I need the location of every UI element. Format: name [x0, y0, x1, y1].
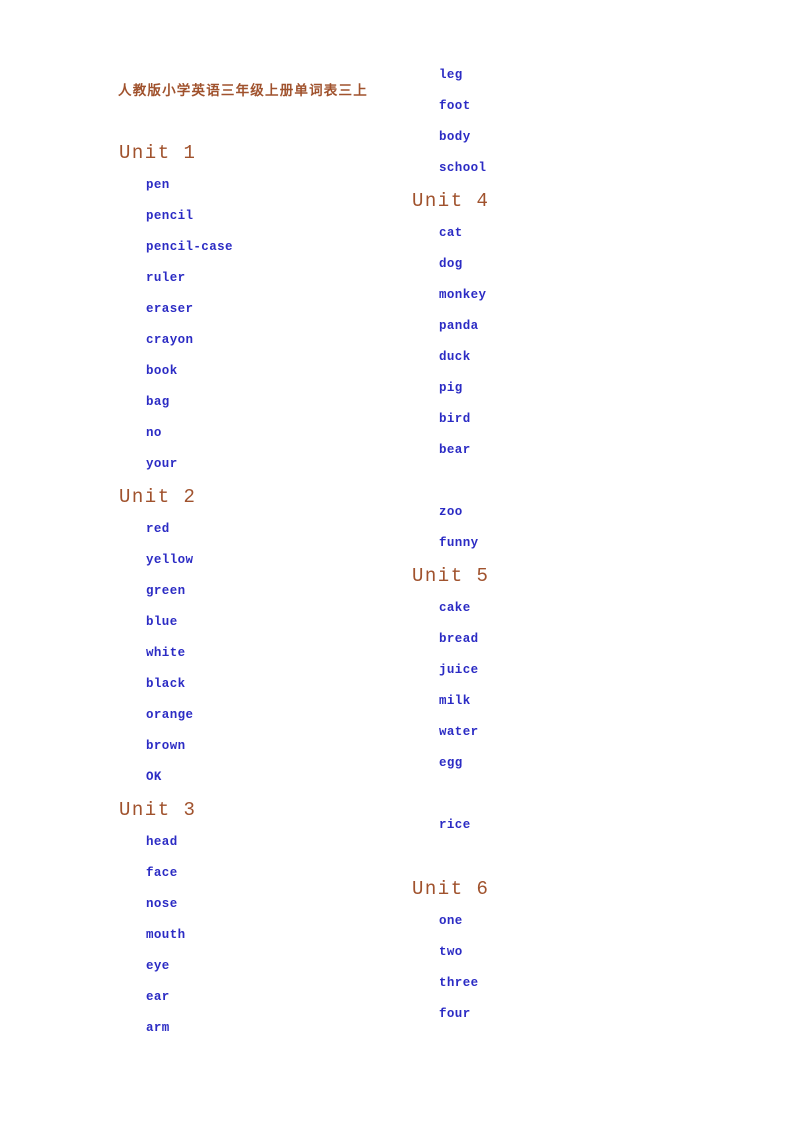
- word-item: leg: [439, 68, 463, 82]
- unit-heading: Unit 6: [412, 878, 490, 900]
- word-item: juice: [439, 663, 479, 677]
- unit-heading-row: Unit 4: [412, 184, 732, 218]
- unit-heading-row: Unit 6: [412, 872, 732, 906]
- word-item: green: [146, 584, 186, 598]
- word-item: duck: [439, 350, 471, 364]
- unit-heading: Unit 4: [412, 190, 490, 212]
- word-item: panda: [439, 319, 479, 333]
- word-item: funny: [439, 536, 479, 550]
- word-item: body: [439, 130, 471, 144]
- word-item: ear: [146, 990, 170, 1004]
- word-item: dog: [439, 257, 463, 271]
- word-item: monkey: [439, 288, 487, 302]
- word-item: brown: [146, 739, 186, 753]
- word-list: head face nose mouth eye ear arm: [119, 827, 439, 1044]
- word-item: face: [146, 866, 178, 880]
- unit-block: Unit 6 one two three four: [412, 872, 732, 1030]
- unit-block: Unit 4 cat dog monkey panda duck pig bird bear z…: [412, 184, 732, 559]
- unit-heading: Unit 1: [119, 142, 197, 164]
- unit-block: Unit 2 red yellow green blue white black orange…: [119, 480, 439, 793]
- word-list: one two three four: [412, 906, 732, 1030]
- word-item: yellow: [146, 553, 194, 567]
- word-item: cake: [439, 601, 471, 615]
- word-item: eraser: [146, 302, 194, 316]
- unit-block: Unit 3 head face nose mouth eye ear arm: [119, 793, 439, 1044]
- word-item: OK: [146, 770, 162, 784]
- unit-heading: Unit 3: [119, 799, 197, 821]
- word-item: arm: [146, 1021, 170, 1035]
- right-column-stack: leg foot body school Unit 4 cat dog monkey panda…: [412, 60, 732, 1030]
- unit-heading-row: Unit 2: [119, 480, 439, 514]
- word-item: eye: [146, 959, 170, 973]
- unit-block: Unit 1 pen pencil pencil-case ruler eraser cra…: [119, 136, 439, 480]
- word-item: book: [146, 364, 178, 378]
- word-item: bear: [439, 443, 471, 457]
- word-item: school: [439, 161, 487, 175]
- word-item: four: [439, 1007, 471, 1021]
- word-item: orange: [146, 708, 194, 722]
- word-item: blue: [146, 615, 178, 629]
- word-item: milk: [439, 694, 471, 708]
- word-item: no: [146, 426, 162, 440]
- word-item: one: [439, 914, 463, 928]
- word-item: pencil-case: [146, 240, 233, 254]
- word-item: pen: [146, 178, 170, 192]
- word-item-blank: [412, 841, 732, 872]
- word-item: cat: [439, 226, 463, 240]
- word-item: foot: [439, 99, 471, 113]
- left-column-stack: Unit 1 pen pencil pencil-case ruler eraser cra…: [119, 136, 439, 1044]
- unit-block: leg foot body school: [412, 60, 732, 184]
- word-item: bird: [439, 412, 471, 426]
- unit-heading-row: Unit 3: [119, 793, 439, 827]
- word-list: pen pencil pencil-case ruler eraser crayon boo…: [119, 170, 439, 480]
- word-item: bag: [146, 395, 170, 409]
- word-item: nose: [146, 897, 178, 911]
- word-item: mouth: [146, 928, 186, 942]
- word-item: two: [439, 945, 463, 959]
- word-item-blank: [412, 779, 732, 810]
- word-item: pencil: [146, 209, 194, 223]
- unit-heading: Unit 5: [412, 565, 490, 587]
- unit-heading-row: Unit 5: [412, 559, 732, 593]
- word-item: bread: [439, 632, 479, 646]
- word-item: zoo: [439, 505, 463, 519]
- word-item: your: [146, 457, 178, 471]
- word-list: cat dog monkey panda duck pig bird bear zoo funn…: [412, 218, 732, 559]
- word-item: rice: [439, 818, 471, 832]
- word-item-blank: [412, 466, 732, 497]
- page-canvas: 人教版小学英语三年级上册单词表三上 Unit 1 pen pencil pencil-…: [0, 0, 793, 1122]
- word-item: black: [146, 677, 186, 691]
- unit-block: Unit 5 cake bread juice milk water egg rice: [412, 559, 732, 872]
- word-list: leg foot body school: [412, 60, 732, 184]
- word-item: pig: [439, 381, 463, 395]
- word-item: white: [146, 646, 186, 660]
- word-list: red yellow green blue white black orange brown O…: [119, 514, 439, 793]
- unit-heading: Unit 2: [119, 486, 197, 508]
- word-item: water: [439, 725, 479, 739]
- word-item: head: [146, 835, 178, 849]
- word-item: three: [439, 976, 479, 990]
- page-title: 人教版小学英语三年级上册单词表三上: [118, 83, 368, 99]
- word-item: egg: [439, 756, 463, 770]
- word-list: cake bread juice milk water egg rice: [412, 593, 732, 872]
- word-item: ruler: [146, 271, 186, 285]
- unit-heading-row: Unit 1: [119, 136, 439, 170]
- word-item: red: [146, 522, 170, 536]
- word-item: crayon: [146, 333, 194, 347]
